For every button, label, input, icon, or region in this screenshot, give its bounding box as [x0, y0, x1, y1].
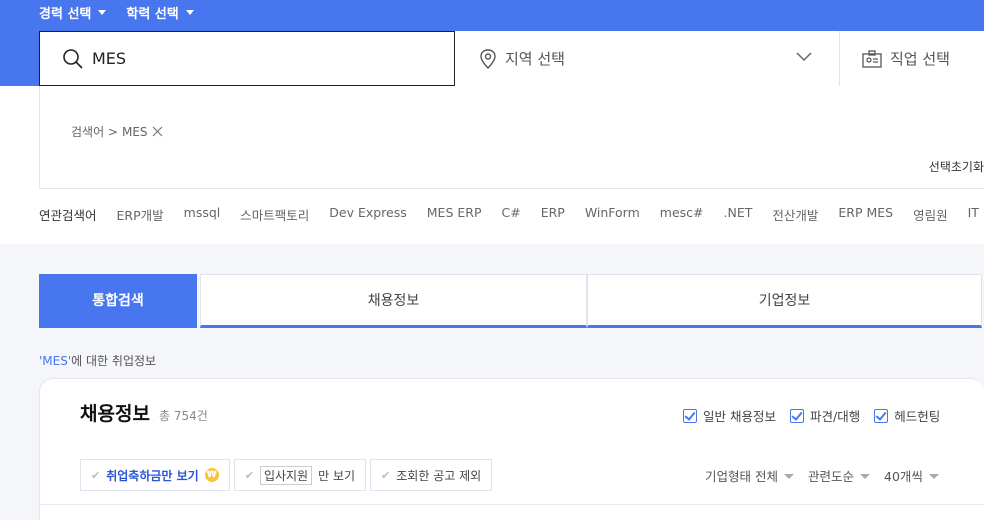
education-filter[interactable]: 학력 선택 [126, 3, 194, 22]
filter-panel: 검색어 > MES 선택초기화 [39, 86, 984, 189]
sort-label: 기업형태 전체 [705, 469, 778, 484]
option-label: 일반 채용정보 [703, 409, 776, 424]
related-keyword[interactable]: 스마트팩토리 [240, 205, 309, 224]
related-keyword[interactable]: .NET [724, 205, 753, 224]
sort-controls: 기업형태 전체 관련도순 40개씩 [705, 466, 939, 485]
about-keyword: 'MES' [39, 354, 72, 368]
related-keyword[interactable]: 전산개발 [772, 205, 818, 224]
reset-button[interactable]: 선택초기화 [929, 158, 984, 175]
caret-down-icon [860, 474, 870, 479]
sort-label: 관련도순 [807, 469, 854, 484]
related-label: 연관검색어 [39, 208, 97, 223]
page-size-select[interactable]: 40개씩 [884, 466, 939, 485]
tab-recruit[interactable]: 채용정보 [200, 274, 587, 328]
result-count: 총 754건 [159, 409, 208, 423]
related-keyword[interactable]: ERP [541, 205, 565, 224]
related-keyword[interactable]: IT [968, 205, 979, 224]
exclude-viewed-chip[interactable]: ✔ 조회한 공고 제외 [370, 459, 493, 491]
related-keyword[interactable]: MES ERP [427, 205, 482, 224]
order-select[interactable]: 관련도순 [808, 466, 870, 485]
search-crumb: 검색어 > MES [71, 123, 163, 140]
keyword-input[interactable]: MES [39, 31, 455, 86]
caret-down-icon [783, 474, 794, 479]
related-keyword[interactable]: Dev Express [329, 205, 407, 224]
checkbox-icon [789, 408, 804, 423]
career-filter[interactable]: 경력 선택 [39, 3, 107, 22]
card-title: 채용정보 [80, 403, 150, 425]
coin-icon: ₩ [204, 468, 219, 482]
chip-label: 입사지원 [259, 465, 313, 485]
search-row: MES 지역 선택 직업 선택 [39, 31, 984, 86]
location-pin-icon [480, 48, 496, 69]
caret-down-icon [98, 10, 107, 15]
type-options: 일반 채용정보 파견/대행 헤드헌팅 [683, 406, 940, 425]
chevron-down-icon [796, 52, 812, 62]
check-icon: ✔ [244, 468, 254, 482]
related-keyword[interactable]: mssql [184, 205, 221, 224]
checkbox-icon [683, 408, 697, 423]
apply-only-chip[interactable]: ✔ 입사지원 만 보기 [233, 459, 367, 491]
search-icon [63, 48, 83, 69]
chip-label: 조회한 공고 제외 [396, 468, 482, 483]
job-label: 직업 선택 [890, 50, 950, 68]
related-keyword[interactable]: mesc# [660, 205, 704, 224]
related-keyword[interactable]: C# [501, 205, 520, 224]
about-text: 'MES'에 대한 취업정보 [39, 352, 156, 369]
caret-down-icon [185, 10, 194, 15]
bonus-only-chip[interactable]: ✔ 취업축하금만 보기 ₩ [80, 459, 230, 491]
job-select[interactable]: 직업 선택 [840, 31, 984, 86]
company-type-select[interactable]: 기업형태 전체 [705, 466, 794, 485]
education-filter-label: 학력 선택 [126, 7, 179, 22]
crumb-prefix: 검색어 > [71, 125, 118, 139]
region-label: 지역 선택 [505, 50, 565, 68]
related-keyword[interactable]: ERP MES [838, 205, 893, 224]
related-keyword[interactable]: WinForm [585, 205, 640, 224]
crumb-value: MES [122, 124, 148, 139]
top-filters: 경력 선택 학력 선택 [39, 3, 194, 22]
related-keyword[interactable]: 영림원 [913, 205, 948, 224]
option-general[interactable]: 일반 채용정보 [683, 406, 776, 425]
sort-label: 40개씩 [884, 469, 923, 484]
option-headhunting[interactable]: 헤드헌팅 [874, 406, 940, 425]
check-icon: ✔ [91, 468, 101, 482]
tab-integrated[interactable]: 통합검색 [39, 274, 197, 328]
checkbox-icon [874, 408, 889, 423]
tab-company[interactable]: 기업정보 [587, 274, 982, 328]
related-keyword[interactable]: ERP개발 [117, 205, 164, 224]
option-dispatch[interactable]: 파견/대행 [789, 406, 861, 425]
caret-down-icon [928, 474, 939, 479]
recruit-card: 채용정보 총 754건 일반 채용정보 파견/대행 헤드헌팅 ✔ 취업축하금만 … [39, 378, 984, 520]
chip-suffix: 만 보기 [318, 468, 356, 483]
check-icon: ✔ [381, 468, 391, 482]
result-tabs: 통합검색 채용정보 기업정보 [39, 274, 984, 328]
career-filter-label: 경력 선택 [39, 7, 92, 22]
quick-filters: ✔ 취업축하금만 보기 ₩ ✔ 입사지원 만 보기 ✔ 조회한 공고 제외 [80, 459, 493, 491]
option-label: 파견/대행 [809, 409, 861, 424]
chip-label: 취업축하금만 보기 [106, 468, 199, 483]
about-suffix: 에 대한 취업정보 [71, 354, 157, 368]
region-select[interactable]: 지역 선택 [455, 31, 840, 86]
related-keywords: 연관검색어 ERP개발 mssql 스마트팩토리 Dev Express MES… [39, 205, 984, 224]
option-label: 헤드헌팅 [894, 409, 941, 424]
keyword-value: MES [92, 49, 127, 68]
id-card-icon [862, 49, 882, 68]
divider [40, 504, 984, 505]
close-icon[interactable] [152, 126, 163, 137]
